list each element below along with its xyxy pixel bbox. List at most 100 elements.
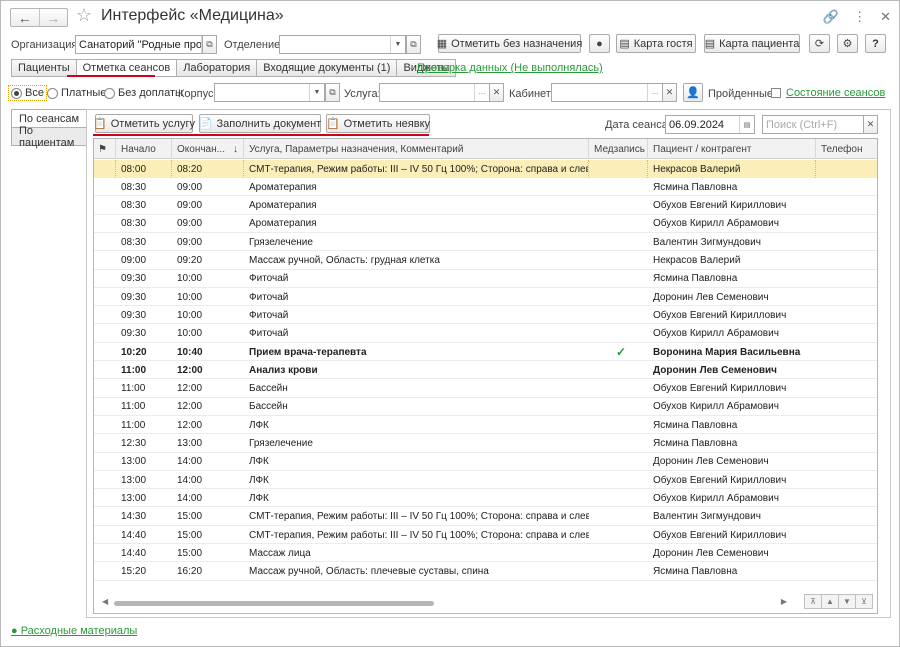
tab-incoming-documents[interactable]: Входящие документы (1) bbox=[256, 59, 398, 77]
cell-flag bbox=[94, 563, 116, 581]
radio-dot bbox=[11, 87, 22, 99]
table-row[interactable]: 13:00 14:00 ЛФК Обухов Кирилл Абрамович bbox=[94, 489, 877, 508]
cell-phone bbox=[816, 398, 877, 416]
clear-search-icon[interactable]: ✕ bbox=[863, 115, 878, 134]
col-medrecord[interactable]: Медзапись bbox=[589, 139, 648, 159]
radio-all[interactable]: Все bbox=[8, 85, 47, 101]
table-row[interactable]: 11:00 12:00 Анализ крови Доронин Лев Семено… bbox=[94, 361, 877, 380]
table-row[interactable]: 09:30 10:00 Фиточай Ясмина Павловна bbox=[94, 270, 877, 288]
table-row[interactable]: 14:30 15:00 СМТ-терапия, Режим работы: III… bbox=[94, 508, 877, 526]
patient-card-button[interactable]: ▤ Карта пациента bbox=[704, 34, 800, 53]
cabinet-field[interactable]: … bbox=[551, 83, 663, 102]
table-row[interactable]: 15:20 16:20 Массаж ручной, Область: плечев… bbox=[94, 563, 877, 581]
calendar-icon[interactable]: ▤ bbox=[739, 116, 754, 133]
table-row[interactable]: 08:00 08:20 СМТ-терапия, Режим работы: III… bbox=[94, 160, 877, 178]
table-row[interactable]: 14:40 15:00 СМТ-терапия, Режим работы: III… bbox=[94, 526, 877, 544]
table-row[interactable]: 11:00 12:00 Бассейн Обухов Евгений Кириллов… bbox=[94, 380, 877, 398]
col-phone[interactable]: Телефон bbox=[816, 139, 877, 159]
cell-patient: Ясмина Павловна bbox=[653, 419, 738, 431]
col-end[interactable]: Окончан... ↓ bbox=[172, 139, 244, 159]
prev-row-icon[interactable]: ▲ bbox=[821, 594, 839, 609]
fill-document-button[interactable]: 📄 Заполнить документ bbox=[199, 114, 321, 133]
cell-phone bbox=[816, 526, 877, 544]
forward-icon[interactable]: → bbox=[38, 9, 68, 26]
passed-checkbox[interactable] bbox=[771, 88, 781, 98]
table-row[interactable]: 14:40 15:00 Массаж лица Доронин Лев Семенов… bbox=[94, 544, 877, 563]
tab-laboratory[interactable]: Лаборатория bbox=[176, 59, 258, 77]
mark-without-assignment-button[interactable]: ▦ Отметить без назначения bbox=[437, 34, 582, 53]
guest-card-button[interactable]: ▤ Карта гостя bbox=[616, 34, 696, 53]
table-row[interactable]: 09:00 09:20 Массаж ручной, Область: грудна… bbox=[94, 252, 877, 270]
cell-end: 13:00 bbox=[177, 438, 203, 449]
cell-flag bbox=[94, 526, 116, 544]
table-row[interactable]: 09:30 10:00 Фиточай Обухов Евгений Кириллов… bbox=[94, 306, 877, 325]
cell-patient: Ясмина Павловна bbox=[653, 438, 738, 449]
link-icon[interactable]: 🔗 bbox=[823, 9, 839, 25]
table-row[interactable]: 08:30 09:00 Ароматерапия Обухов Кирилл Абра… bbox=[94, 215, 877, 233]
cell-service: ЛФК bbox=[249, 474, 269, 486]
last-row-icon[interactable]: ⊻ bbox=[855, 594, 873, 609]
org-field[interactable]: Санаторий "Родные прос ▼ bbox=[75, 35, 217, 54]
dept-field[interactable]: ▼ bbox=[279, 35, 406, 54]
mark-absence-button[interactable]: 📋 Отметить неявку bbox=[326, 114, 430, 133]
search-input[interactable]: Поиск (Ctrl+F) bbox=[762, 115, 864, 134]
consumables-link[interactable]: ● Расходные материалы bbox=[11, 625, 137, 637]
table-row[interactable]: 11:00 12:00 Бассейн Обухов Кирилл Абрамович bbox=[94, 398, 877, 416]
table-row[interactable]: 11:00 12:00 ЛФК Ясмина Павловна bbox=[94, 416, 877, 435]
wallet-button[interactable]: ● bbox=[589, 34, 610, 53]
cell-end: 14:00 bbox=[177, 492, 203, 504]
clear-icon[interactable]: ✕ bbox=[489, 83, 504, 102]
cell-phone bbox=[816, 453, 877, 471]
scroll-left-icon[interactable]: ◀ bbox=[102, 597, 108, 606]
service-field[interactable]: … bbox=[379, 83, 490, 102]
table-row[interactable]: 10:20 10:40 Прием врача-терапевта ✓ Воронина… bbox=[94, 343, 877, 361]
data-check-link[interactable]: Проверка данных (Не выполнялась) bbox=[417, 62, 603, 74]
cell-service: Прием врача-терапевта bbox=[249, 346, 367, 358]
table-row[interactable]: 13:00 14:00 ЛФК Доронин Лев Семенович bbox=[94, 453, 877, 471]
table-row[interactable]: 12:30 13:00 Грязелечение Ясмина Павловна bbox=[94, 435, 877, 453]
table-row[interactable]: 09:30 10:00 Фиточай Обухов Кирилл Абрамович bbox=[94, 325, 877, 343]
radio-no-extra[interactable]: Без доплаты bbox=[104, 87, 183, 99]
scroll-right-icon[interactable]: ▶ bbox=[781, 597, 787, 606]
sessions-state-link[interactable]: Состояние сеансов bbox=[786, 87, 885, 99]
refresh-button[interactable]: ⟳ bbox=[809, 34, 830, 53]
chevron-down-icon[interactable]: ▼ bbox=[390, 36, 405, 53]
table-row[interactable]: 08:30 09:00 Грязелечение Валентин Зигмундов… bbox=[94, 233, 877, 252]
open-icon[interactable]: ⧉ bbox=[202, 35, 217, 54]
cell-start: 08:30 bbox=[121, 236, 147, 248]
scroll-thumb[interactable] bbox=[114, 601, 434, 606]
open-icon[interactable]: ⧉ bbox=[325, 83, 340, 102]
open-icon[interactable]: ⧉ bbox=[406, 35, 421, 54]
building-field[interactable]: ▼ bbox=[214, 83, 325, 102]
mark-service-button[interactable]: 📋 Отметить услугу bbox=[93, 114, 195, 133]
cell-start: 09:30 bbox=[121, 291, 147, 303]
next-row-icon[interactable]: ▼ bbox=[838, 594, 856, 609]
table-row[interactable]: 08:30 09:00 Ароматерапия Ясмина Павловна bbox=[94, 178, 877, 197]
table-row[interactable]: 08:30 09:00 Ароматерапия Обухов Евгений Кир… bbox=[94, 197, 877, 215]
clear-icon[interactable]: ✕ bbox=[662, 83, 677, 102]
flag-icon[interactable]: ⚑ bbox=[94, 139, 116, 159]
session-date-field[interactable]: 06.09.2024 ▤ bbox=[665, 115, 755, 134]
cell-med bbox=[589, 288, 648, 306]
more-icon[interactable]: ⋮ bbox=[853, 9, 866, 25]
tab-by-patients[interactable]: По пациентам bbox=[11, 125, 87, 149]
table-row[interactable]: 09:30 10:00 Фиточай Доронин Лев Семенович bbox=[94, 288, 877, 307]
horizontal-scrollbar[interactable]: ◀ ▶ bbox=[102, 597, 787, 607]
radio-paid[interactable]: Платные bbox=[47, 87, 106, 99]
table-row[interactable]: 13:00 14:00 ЛФК Обухов Евгений Кириллович bbox=[94, 471, 877, 490]
col-patient[interactable]: Пациент / контрагент bbox=[648, 139, 816, 159]
back-icon[interactable]: ← bbox=[11, 9, 39, 26]
col-service[interactable]: Услуга, Параметры назначения, Комментари… bbox=[244, 139, 589, 159]
favorite-star-icon[interactable]: ☆ bbox=[76, 5, 92, 26]
first-row-icon[interactable]: ⊼ bbox=[804, 594, 822, 609]
help-button[interactable]: ? bbox=[865, 34, 886, 53]
chevron-down-icon[interactable]: ▼ bbox=[309, 84, 324, 101]
settings-button[interactable]: ⚙ bbox=[837, 34, 858, 53]
org-value: Санаторий "Родные прос bbox=[79, 38, 201, 51]
ellipsis-icon[interactable]: … bbox=[647, 84, 662, 101]
col-start[interactable]: Начало bbox=[116, 139, 172, 159]
person-button[interactable]: 👤 bbox=[683, 83, 703, 102]
close-icon[interactable]: ✕ bbox=[880, 9, 891, 25]
cell-med bbox=[589, 398, 648, 416]
ellipsis-icon[interactable]: … bbox=[474, 84, 489, 101]
